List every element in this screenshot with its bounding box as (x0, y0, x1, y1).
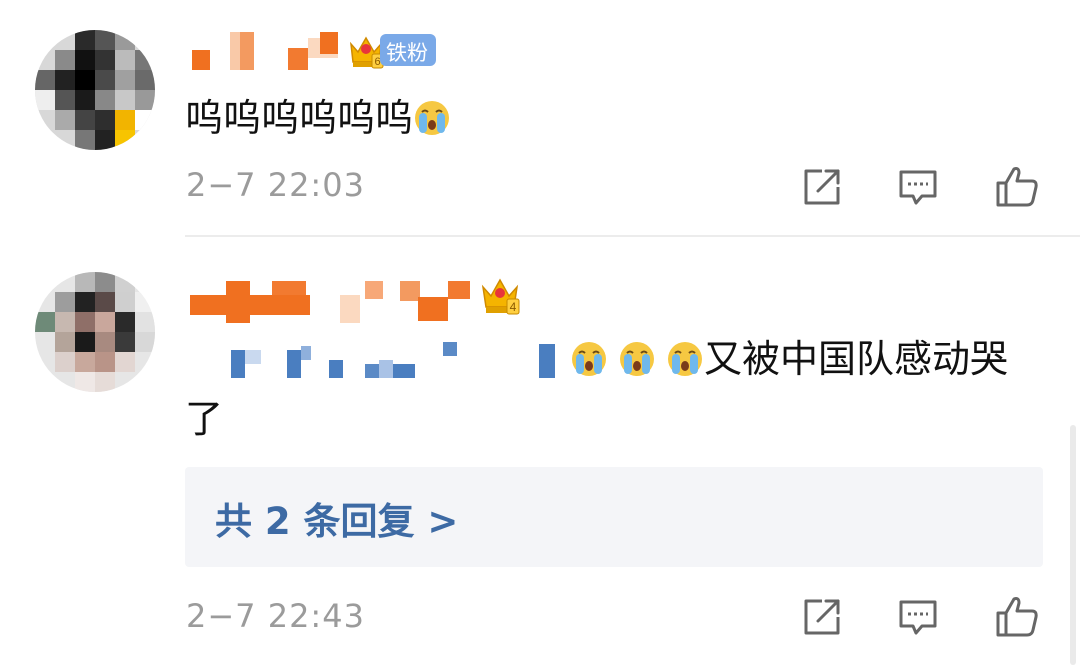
replies-count-label: 共 2 条回复 > (215, 500, 459, 543)
avatar[interactable] (35, 30, 155, 150)
share-icon[interactable] (800, 165, 848, 213)
crying-emoji-icon (570, 339, 608, 377)
comment-time: 2−7 22:03 (186, 166, 365, 204)
comment-icon[interactable] (896, 595, 944, 643)
mention-redacted[interactable] (225, 340, 565, 382)
comment-body: 呜呜呜呜呜呜 (185, 96, 414, 140)
comment-item: 4 又被中国队感动哭 了 共 2 条回复 > 2−7 22:43 (0, 237, 1080, 665)
comment-text: 呜呜呜呜呜呜 (185, 92, 451, 144)
crying-emoji-icon (413, 98, 451, 136)
share-icon[interactable] (800, 595, 848, 643)
avatar[interactable] (35, 272, 155, 392)
comment-body-line1: 又被中国队感动哭 (704, 337, 1009, 381)
fan-badge-label: 铁粉 (386, 41, 428, 65)
crown-badge-icon: 4 (480, 273, 520, 317)
thumbs-up-icon[interactable] (994, 163, 1042, 211)
comment-icon[interactable] (896, 165, 944, 213)
comment-text-continued: 了 (185, 393, 223, 445)
username-redacted[interactable] (190, 30, 345, 75)
comment-item: 6 铁粉 呜呜呜呜呜呜 2−7 22:03 (0, 0, 1080, 232)
crying-emoji-icon (666, 339, 704, 377)
comment-text: 又被中国队感动哭 (570, 333, 1008, 385)
crown-badge-icon: 6 (348, 30, 384, 70)
comment-time: 2−7 22:43 (186, 597, 365, 635)
comment-body-line2: 了 (185, 397, 224, 441)
scrollbar[interactable] (1070, 425, 1076, 665)
crying-emoji-icon (618, 339, 656, 377)
replies-link[interactable]: 共 2 条回复 > (185, 467, 1043, 567)
svg-text:4: 4 (510, 300, 517, 314)
fan-badge[interactable]: 铁粉 (380, 34, 436, 66)
username-redacted[interactable] (190, 281, 480, 326)
thumbs-up-icon[interactable] (994, 593, 1042, 641)
